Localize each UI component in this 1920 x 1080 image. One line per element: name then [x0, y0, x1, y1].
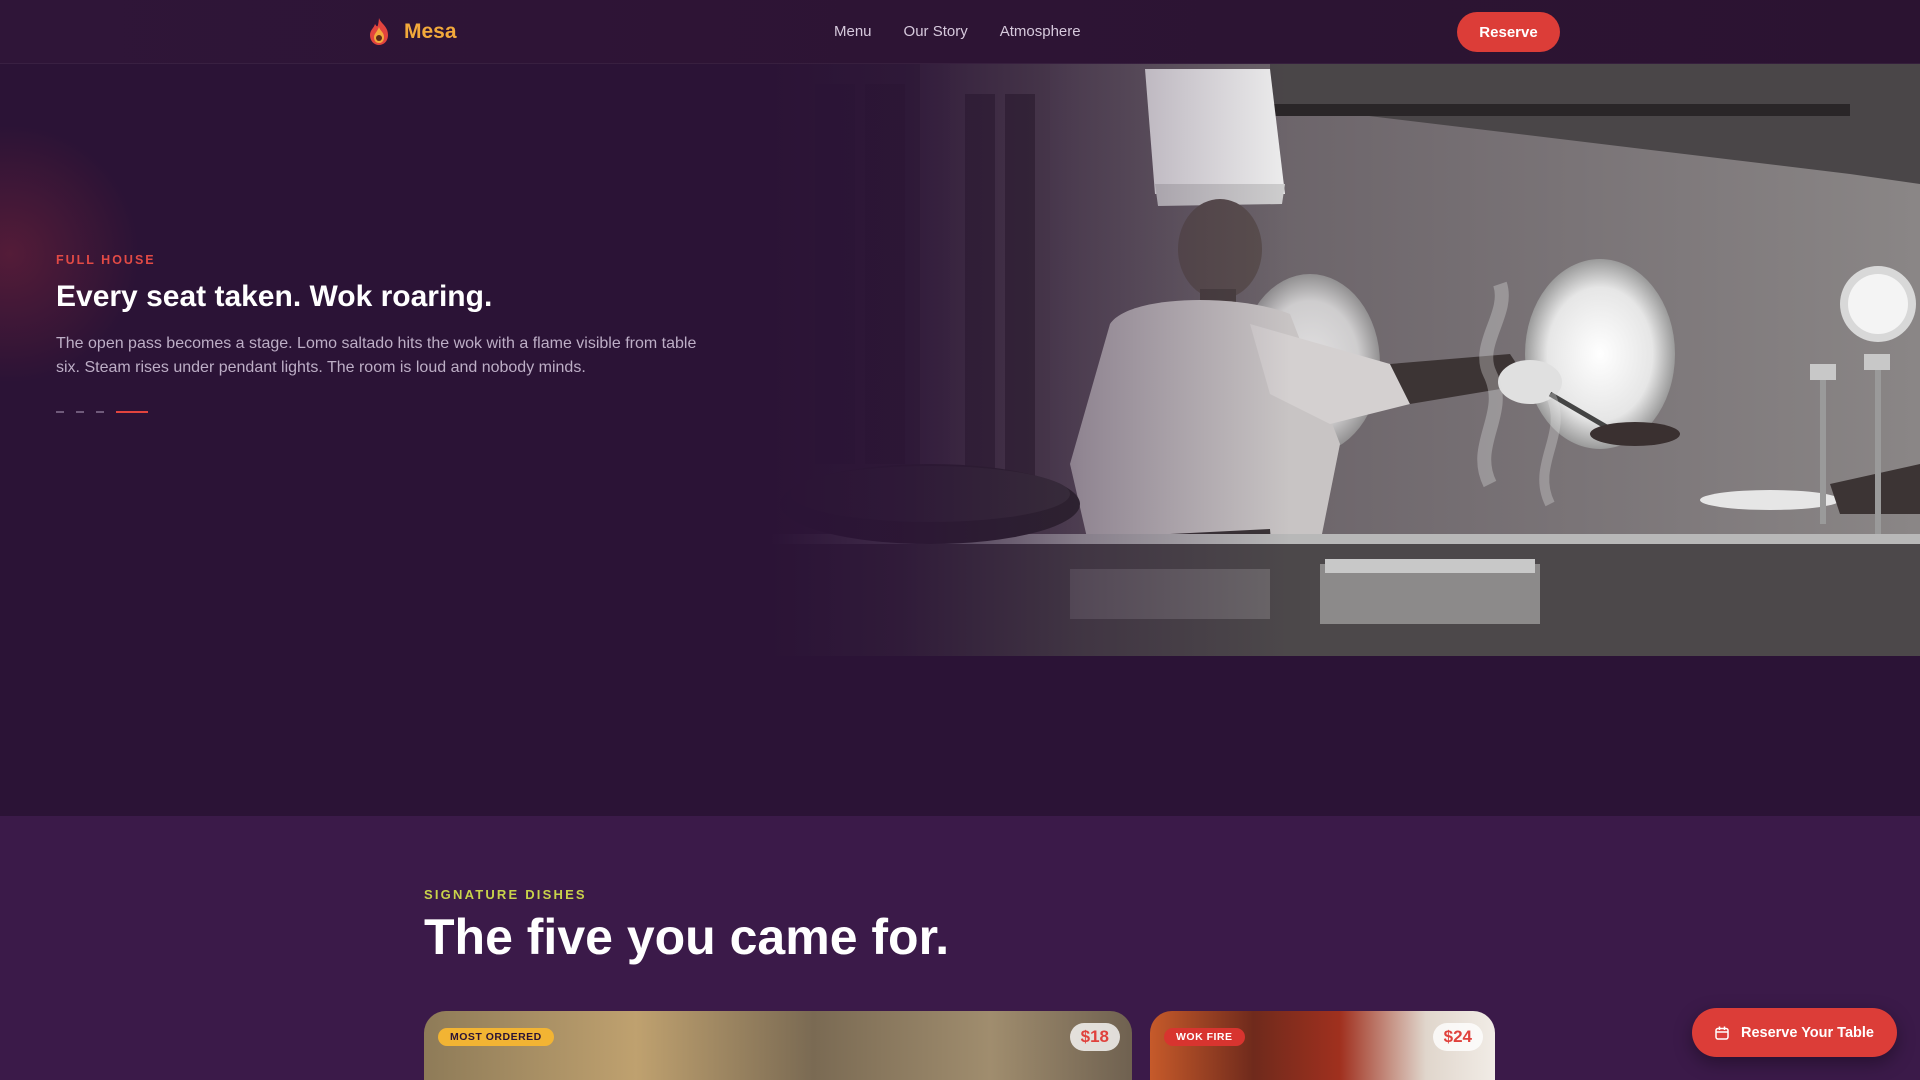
- floating-reserve-button[interactable]: Reserve Your Table: [1692, 1008, 1897, 1057]
- dish-badge: WOK FIRE: [1164, 1028, 1245, 1046]
- brand-logo[interactable]: Mesa: [366, 17, 457, 47]
- nav-link-our-story[interactable]: Our Story: [904, 23, 968, 40]
- dish-badge: MOST ORDERED: [438, 1028, 554, 1046]
- signature-title: The five you came for.: [424, 909, 950, 965]
- hero-kitchen-photo: [770, 64, 1920, 656]
- hero-eyebrow: FULL HOUSE: [56, 253, 156, 267]
- dish-price: $18: [1069, 1023, 1120, 1051]
- hero-image-fade: [770, 64, 1290, 656]
- hero-description: The open pass becomes a stage. Lomo salt…: [56, 335, 697, 376]
- signature-dishes-section: SIGNATURE DISHES The five you came for. …: [0, 816, 1920, 1080]
- dish-card[interactable]: WOK FIRE $24: [1150, 1011, 1495, 1080]
- calendar-icon: [1715, 1026, 1729, 1040]
- nav-links: Menu Our Story Atmosphere: [834, 23, 1113, 40]
- reserve-button[interactable]: Reserve: [1457, 12, 1560, 52]
- brand-name: Mesa: [404, 20, 457, 43]
- nav-link-atmosphere[interactable]: Atmosphere: [1000, 23, 1081, 40]
- slide-dot-1[interactable]: [56, 411, 64, 413]
- dish-card[interactable]: MOST ORDERED $18: [424, 1011, 1132, 1080]
- slide-dot-4-active[interactable]: [116, 411, 148, 413]
- flame-logo-icon: [370, 18, 388, 45]
- hero-title: Every seat taken. Wok roaring.: [56, 280, 493, 313]
- slide-indicators: [56, 411, 160, 413]
- slide-dot-2[interactable]: [76, 411, 84, 413]
- floating-reserve-label: Reserve Your Table: [1741, 1024, 1874, 1041]
- nav-link-menu[interactable]: Menu: [834, 23, 872, 40]
- top-nav: Mesa Menu Our Story Atmosphere Reserve: [0, 0, 1920, 64]
- dish-price: $24: [1432, 1023, 1483, 1051]
- signature-eyebrow: SIGNATURE DISHES: [424, 887, 587, 902]
- slide-dot-3[interactable]: [96, 411, 104, 413]
- hero-section: FULL HOUSE Every seat taken. Wok roaring…: [0, 64, 1920, 816]
